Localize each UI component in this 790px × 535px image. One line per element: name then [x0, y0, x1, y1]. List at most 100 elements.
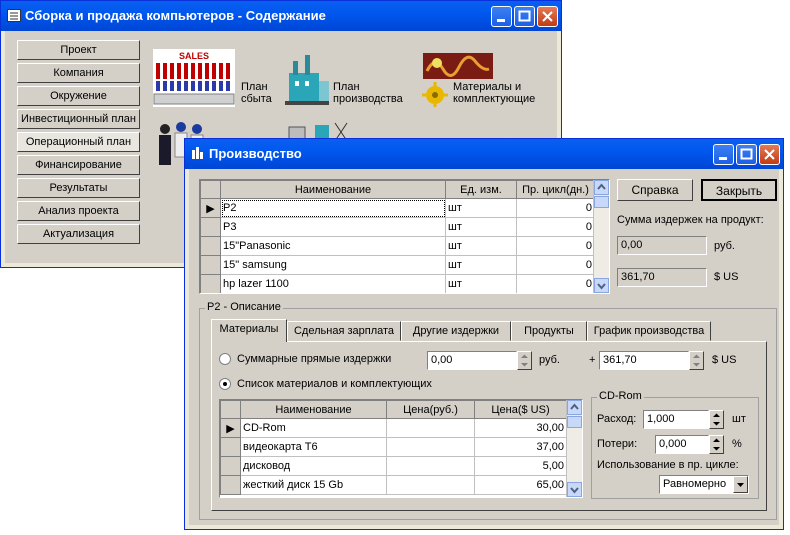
product-cycle[interactable]: 0 — [516, 198, 595, 218]
material-usd[interactable]: 37,00 — [474, 437, 567, 457]
product-name[interactable]: 15" samsung — [220, 255, 446, 275]
products-col-unit[interactable]: Ед. изм. — [445, 180, 517, 199]
product-unit[interactable]: шт — [445, 236, 517, 256]
production-close-button[interactable] — [759, 144, 780, 165]
material-rub[interactable] — [386, 475, 475, 495]
product-cycle[interactable]: 0 — [516, 217, 595, 237]
product-cycle[interactable]: 0 — [516, 236, 595, 256]
scroll-thumb[interactable] — [594, 196, 609, 208]
sum-costs-label[interactable]: Суммарные прямые издержки — [237, 353, 391, 365]
material-name[interactable]: видеокарта T6 — [240, 437, 387, 457]
sales-plan-label[interactable]: План сбыта — [241, 81, 275, 105]
product-unit[interactable]: шт — [445, 255, 517, 275]
sum-usd-field[interactable]: 361,70 — [599, 351, 689, 370]
materials-grid[interactable]: Наименование Цена(руб.) Цена($ US) ▶ CD-… — [219, 399, 583, 498]
product-name[interactable]: P2 — [220, 198, 446, 218]
table-row[interactable]: дисковод 5,00 — [220, 456, 567, 476]
sales-plan-icon[interactable]: SALES — [153, 49, 235, 107]
production-maximize-button[interactable] — [736, 144, 757, 165]
maximize-button[interactable] — [514, 6, 535, 27]
production-plan-label[interactable]: План производства — [333, 81, 411, 105]
materials-col-name[interactable]: Наименование — [240, 400, 387, 419]
table-row[interactable]: жесткий диск 15 Gb 65,00 — [220, 475, 567, 495]
table-row[interactable]: 15"Panasonic шт 0 — [200, 236, 595, 256]
scroll-up-icon[interactable] — [567, 400, 582, 415]
close-window-button[interactable]: Закрыть — [701, 179, 777, 201]
tab-production-schedule[interactable]: График производства — [587, 321, 711, 341]
losses-unit: % — [732, 438, 742, 450]
tab-piecework-wages[interactable]: Сдельная зарплата — [287, 321, 401, 341]
nav-environment[interactable]: Окружение — [17, 86, 140, 106]
product-name[interactable]: hp lazer 1100 — [220, 274, 446, 293]
scroll-up-icon[interactable] — [594, 180, 609, 195]
materials-scrollbar[interactable] — [566, 400, 582, 497]
materials-list-label[interactable]: Список материалов и комплектующих — [237, 378, 432, 390]
material-rub[interactable] — [386, 418, 475, 438]
scroll-down-icon[interactable] — [594, 278, 609, 293]
material-usd[interactable]: 30,00 — [474, 418, 567, 438]
materials-col-usd[interactable]: Цена($ US) — [474, 400, 567, 419]
material-name[interactable]: дисковод — [240, 456, 387, 476]
sum-rub-spin[interactable] — [517, 351, 532, 370]
close-button[interactable] — [537, 6, 558, 27]
products-col-name[interactable]: Наименование — [220, 180, 446, 199]
product-name[interactable]: P3 — [220, 217, 446, 237]
material-usd[interactable]: 65,00 — [474, 475, 567, 495]
materials-label[interactable]: Материалы и комплектующие — [453, 81, 543, 105]
product-cycle[interactable]: 0 — [516, 274, 595, 293]
material-rub[interactable] — [386, 437, 475, 457]
nav-company[interactable]: Компания — [17, 63, 140, 83]
products-col-cycle[interactable]: Пр. цикл(дн.) — [516, 180, 595, 199]
table-row[interactable]: 15" samsung шт 0 — [200, 255, 595, 275]
materials-col-rub[interactable]: Цена(руб.) — [386, 400, 475, 419]
product-unit[interactable]: шт — [445, 274, 517, 293]
nav-project-analysis[interactable]: Анализ проекта — [17, 201, 140, 221]
losses-field[interactable]: 0,000 — [655, 435, 709, 454]
cdrom-group-title: CD-Rom — [597, 390, 644, 402]
production-plan-icon[interactable] — [283, 51, 331, 107]
products-grid[interactable]: Наименование Ед. изм. Пр. цикл(дн.) ▶ P2… — [199, 179, 610, 294]
scroll-down-icon[interactable] — [567, 482, 582, 497]
material-name[interactable]: CD-Rom — [240, 418, 387, 438]
table-row[interactable]: P3 шт 0 — [200, 217, 595, 237]
table-row[interactable]: видеокарта T6 37,00 — [220, 437, 567, 457]
production-titlebar[interactable]: Производство — [185, 139, 783, 169]
nav-financing[interactable]: Финансирование — [17, 155, 140, 175]
minimize-button[interactable] — [491, 6, 512, 27]
main-titlebar[interactable]: Сборка и продажа компьютеров - Содержани… — [1, 1, 561, 31]
tab-materials[interactable]: Материалы — [211, 319, 287, 342]
material-usd[interactable]: 5,00 — [474, 456, 567, 476]
materials-list-radio[interactable] — [219, 378, 231, 390]
product-cycle[interactable]: 0 — [516, 255, 595, 275]
table-row[interactable]: ▶ CD-Rom 30,00 — [220, 418, 567, 438]
product-unit[interactable]: шт — [445, 198, 517, 218]
sum-costs-radio[interactable] — [219, 353, 231, 365]
production-minimize-button[interactable] — [713, 144, 734, 165]
help-button[interactable]: Справка — [617, 179, 693, 201]
losses-spin[interactable] — [709, 435, 724, 454]
material-rub[interactable] — [386, 456, 475, 476]
nav-operational-plan[interactable]: Операционный план — [17, 132, 140, 152]
nav-actualization[interactable]: Актуализация — [17, 224, 140, 244]
product-name[interactable]: 15"Panasonic — [220, 236, 446, 256]
scroll-thumb[interactable] — [567, 416, 582, 428]
minimize-icon — [497, 19, 505, 22]
material-name[interactable]: жесткий диск 15 Gb — [240, 475, 387, 495]
tab-other-costs[interactable]: Другие издержки — [401, 321, 511, 341]
table-row[interactable]: ▶ P2 шт 0 — [200, 198, 595, 218]
nav-project[interactable]: Проект — [17, 40, 140, 60]
sales-badge: SALES — [179, 51, 209, 61]
nav-results[interactable]: Результаты — [17, 178, 140, 198]
row-indicator — [200, 274, 221, 293]
sum-rub-field[interactable]: 0,00 — [427, 351, 517, 370]
nav-investment-plan[interactable]: Инвестиционный план — [17, 109, 140, 129]
sum-usd-spin[interactable] — [689, 351, 704, 370]
product-unit[interactable]: шт — [445, 217, 517, 237]
consumption-field[interactable]: 1,000 — [643, 410, 709, 429]
usage-select[interactable]: Равномерно — [659, 475, 749, 494]
tab-products[interactable]: Продукты — [511, 321, 587, 341]
table-row[interactable]: hp lazer 1100 шт 0 — [200, 274, 595, 293]
chevron-down-icon[interactable] — [733, 476, 748, 493]
consumption-spin[interactable] — [709, 410, 724, 429]
products-scrollbar[interactable] — [593, 180, 609, 293]
